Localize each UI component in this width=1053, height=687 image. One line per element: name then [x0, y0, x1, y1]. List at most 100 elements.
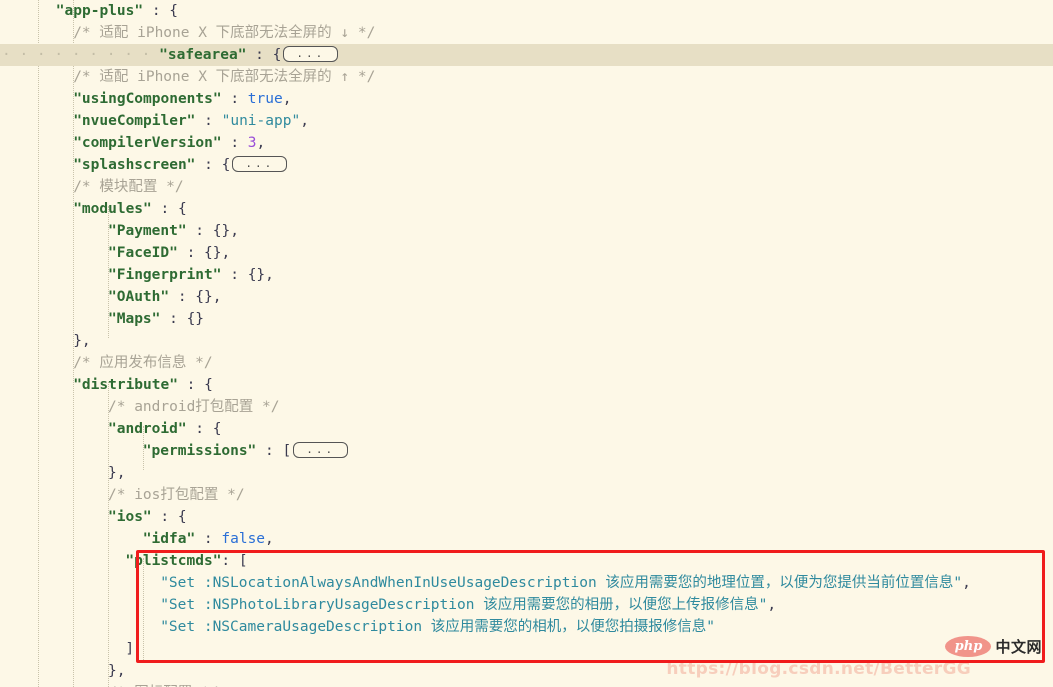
token-key: "Payment" [108, 223, 187, 239]
php-logo-bubble: php [945, 636, 992, 657]
code-line[interactable]: /* 模块配置 */ [0, 176, 1053, 198]
code-line[interactable]: }, [0, 462, 1053, 484]
token-punc: : [ [221, 553, 248, 569]
code-line[interactable]: "android" : { [0, 418, 1053, 440]
blog-url-watermark: https://blog.csdn.net/BetterGG [666, 659, 971, 679]
code-line[interactable]: "compilerVersion" : 3, [0, 132, 1053, 154]
token-bool: false [221, 531, 266, 547]
token-punc: : { [143, 3, 179, 19]
token-key: "modules" [73, 201, 152, 217]
code-line[interactable]: ] [0, 638, 1053, 660]
token-punc: : [221, 91, 248, 107]
token-cmt: /* 适配 iPhone X 下底部无法全屏的 ↑ */ [73, 69, 376, 85]
token-punc: : [221, 135, 248, 151]
php-watermark-logo: php 中文网 [945, 636, 1042, 657]
token-key: "usingComponents" [73, 91, 222, 107]
code-line[interactable]: /* ios打包配置 */ [0, 484, 1053, 506]
code-line[interactable]: "Maps" : {} [0, 308, 1053, 330]
code-line[interactable]: "distribute" : { [0, 374, 1053, 396]
code-line[interactable]: /* android打包配置 */ [0, 396, 1053, 418]
token-key: "idfa" [142, 531, 196, 547]
token-punc: : {} [160, 311, 205, 327]
token-key: "android" [108, 421, 187, 437]
token-punc: }, [108, 465, 126, 481]
code-line[interactable]: "Set :NSCameraUsageDescription 该应用需要您的相机… [0, 616, 1053, 638]
token-punc: , [282, 91, 292, 107]
folded-code-badge[interactable]: ... [283, 46, 339, 62]
code-line[interactable]: "plistcmds": [ [0, 550, 1053, 572]
token-key: "Maps" [108, 311, 161, 327]
token-punc: : [195, 113, 222, 129]
php-logo-chinese-label: 中文网 [995, 638, 1042, 656]
token-key: "distribute" [73, 377, 178, 393]
token-key: "ios" [108, 509, 152, 525]
token-punc: , [256, 135, 266, 151]
token-key: "permissions" [142, 443, 257, 459]
token-punc: : {}, [186, 223, 239, 239]
token-str: "Set :NSCameraUsageDescription 该应用需要您的相机… [160, 619, 716, 635]
token-punc: , [265, 531, 274, 547]
code-line[interactable]: "permissions" : [... [0, 440, 1053, 462]
token-key: "compilerVersion" [73, 135, 222, 151]
token-punc: : { [177, 377, 213, 393]
code-line[interactable]: "idfa" : false, [0, 528, 1053, 550]
code-editor-viewport[interactable]: "app-plus" : { /* 适配 iPhone X 下底部无法全屏的 ↓ … [0, 0, 1053, 687]
token-punc: : { [151, 201, 187, 217]
code-line[interactable]: /* 应用发布信息 */ [0, 352, 1053, 374]
token-punc: : { [195, 157, 231, 173]
token-key: "splashscreen" [73, 157, 196, 173]
token-bool: true [247, 91, 283, 107]
token-str: "Set :NSPhotoLibraryUsageDescription 该应用… [160, 597, 768, 613]
token-num: 3 [247, 135, 257, 151]
token-punc: : {}, [177, 245, 231, 261]
token-punc: : [195, 531, 222, 547]
code-line[interactable]: · · · · · · · · · "safearea" : {... [0, 44, 1053, 66]
code-line[interactable]: /* 适配 iPhone X 下底部无法全屏的 ↓ */ [0, 22, 1053, 44]
token-cmt: /* android打包配置 */ [108, 399, 280, 415]
token-key: "plistcmds" [125, 553, 222, 569]
code-line[interactable]: "Set :NSLocationAlwaysAndWhenInUseUsageD… [0, 572, 1053, 594]
folded-code-badge[interactable]: ... [232, 156, 288, 172]
token-key: "FaceID" [108, 245, 178, 261]
code-content[interactable]: "app-plus" : { /* 适配 iPhone X 下底部无法全屏的 ↓ … [0, 0, 1053, 687]
token-key: "nvueCompiler" [73, 113, 196, 129]
code-line[interactable]: "OAuth" : {}, [0, 286, 1053, 308]
code-line[interactable]: "nvueCompiler" : "uni-app", [0, 110, 1053, 132]
token-cmt: /* 适配 iPhone X 下底部无法全屏的 ↓ */ [73, 25, 376, 41]
token-key: "safearea" [159, 47, 247, 63]
code-line[interactable]: "modules" : { [0, 198, 1053, 220]
token-punc: : {}, [169, 289, 222, 305]
token-key: "OAuth" [108, 289, 170, 305]
code-line[interactable]: "FaceID" : {}, [0, 242, 1053, 264]
token-punc: : { [246, 47, 282, 63]
token-str: "Set :NSLocationAlwaysAndWhenInUseUsageD… [160, 575, 963, 591]
token-punc: : [ [256, 443, 292, 459]
code-line[interactable]: }, [0, 330, 1053, 352]
token-punc: }, [73, 333, 91, 349]
folded-code-badge[interactable]: ... [293, 442, 349, 458]
token-cmt: /* 应用发布信息 */ [73, 355, 213, 371]
token-punc: ] [125, 641, 135, 657]
token-str: "uni-app" [221, 113, 301, 129]
token-key: "app-plus" [55, 3, 144, 19]
token-cmt: /* 模块配置 */ [73, 179, 184, 195]
token-cmt: /* ios打包配置 */ [108, 487, 245, 503]
token-punc: : { [186, 421, 222, 437]
code-line[interactable]: "ios" : { [0, 506, 1053, 528]
code-line[interactable]: /* 适配 iPhone X 下底部无法全屏的 ↑ */ [0, 66, 1053, 88]
token-key: "Fingerprint" [108, 267, 222, 283]
token-punc: , [300, 113, 309, 129]
token-punc: , [962, 575, 971, 591]
code-line[interactable]: "splashscreen" : {... [0, 154, 1053, 176]
code-line[interactable]: "Set :NSPhotoLibraryUsageDescription 该应用… [0, 594, 1053, 616]
code-line[interactable]: /* 图标配置 */ [0, 682, 1053, 687]
code-line[interactable]: "app-plus" : { [0, 0, 1053, 22]
token-punc: : {}, [221, 267, 274, 283]
token-punc: : { [151, 509, 187, 525]
code-line[interactable]: "Fingerprint" : {}, [0, 264, 1053, 286]
whitespace-dots: · · · · · · · · · [2, 47, 151, 63]
code-line[interactable]: "Payment" : {}, [0, 220, 1053, 242]
token-punc: , [767, 597, 777, 613]
token-punc: }, [108, 663, 126, 679]
code-line[interactable]: "usingComponents" : true, [0, 88, 1053, 110]
